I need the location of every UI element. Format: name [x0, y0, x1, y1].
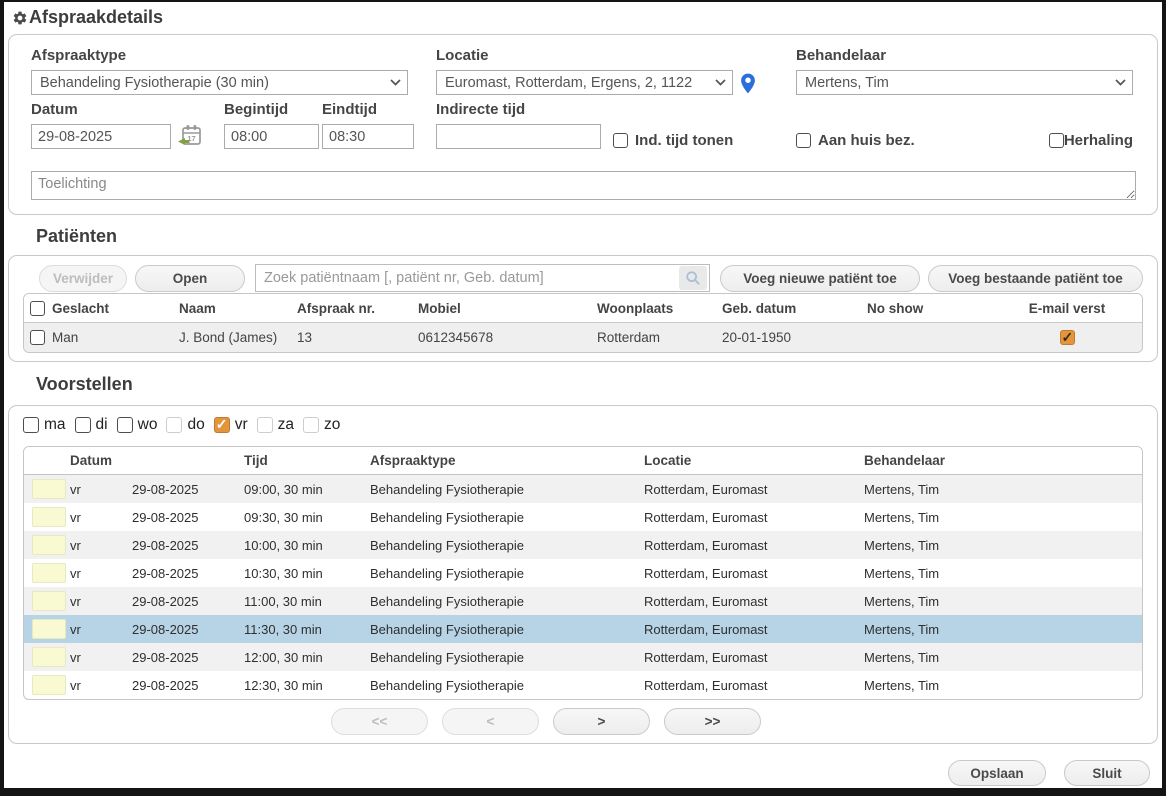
- afspraakdetails-dialog: Afspraakdetails Afspraaktype Behandeling…: [0, 0, 1166, 796]
- ind-tijd-tonen-checkbox[interactable]: [613, 133, 628, 148]
- day-checkbox-di[interactable]: [75, 417, 91, 433]
- aan-huis-label: Aan huis bez.: [818, 132, 915, 149]
- select-all-checkbox[interactable]: [30, 301, 45, 316]
- appointment-details-panel: Afspraaktype Behandeling Fysiotherapie (…: [8, 34, 1158, 215]
- color-swatch: [32, 563, 66, 583]
- ind-tijd-tonen-label: Ind. tijd tonen: [635, 132, 733, 149]
- color-swatch: [32, 675, 66, 695]
- datum-input[interactable]: [31, 124, 171, 149]
- suggestion-row[interactable]: vr 29-08-2025 09:00, 30 min Behandeling …: [24, 475, 1142, 503]
- chevron-down-icon: [1111, 79, 1126, 86]
- suggestion-row[interactable]: vr 29-08-2025 10:30, 30 min Behandeling …: [24, 559, 1142, 587]
- voeg-nieuwe-patient-button[interactable]: Voeg nieuwe patiënt toe: [720, 265, 920, 292]
- day-checkbox-do[interactable]: [166, 417, 182, 433]
- suggestions-table-header: Datum Tijd Afspraaktype Locatie Behandel…: [24, 447, 1142, 475]
- begintijd-input[interactable]: [224, 124, 319, 149]
- email-verst-checkbox[interactable]: [1060, 330, 1075, 345]
- gear-icon: [12, 10, 28, 26]
- patienten-title: Patiënten: [36, 226, 117, 247]
- indirecte-tijd-input[interactable]: [436, 124, 601, 149]
- locatie-label: Locatie: [436, 47, 733, 64]
- day-checkbox-ma[interactable]: [23, 417, 39, 433]
- afspraaktype-select[interactable]: Behandeling Fysiotherapie (30 min): [31, 70, 408, 95]
- chevron-down-icon: [386, 79, 401, 86]
- sluit-button[interactable]: Sluit: [1064, 760, 1150, 786]
- patient-row-checkbox[interactable]: [30, 330, 45, 345]
- calendar-icon[interactable]: 17: [177, 123, 203, 149]
- datum-label: Datum: [31, 101, 171, 118]
- suggestion-row[interactable]: vr 29-08-2025 12:00, 30 min Behandeling …: [24, 643, 1142, 671]
- pagination: << < > >>: [0, 708, 1120, 735]
- suggestions-table: Datum Tijd Afspraaktype Locatie Behandel…: [23, 446, 1143, 700]
- search-icon[interactable]: [679, 266, 707, 290]
- suggestions-table-body: vr 29-08-2025 09:00, 30 min Behandeling …: [24, 475, 1142, 699]
- voorstellen-title: Voorstellen: [36, 374, 133, 395]
- patient-table-header: Geslacht Naam Afspraak nr. Mobiel Woonpl…: [24, 294, 1142, 323]
- color-swatch: [32, 507, 66, 527]
- behandelaar-label: Behandelaar: [796, 47, 1133, 64]
- patient-table: Geslacht Naam Afspraak nr. Mobiel Woonpl…: [23, 293, 1143, 353]
- day-checkbox-za[interactable]: [257, 417, 273, 433]
- voeg-bestaande-patient-button[interactable]: Voeg bestaande patiënt toe: [928, 265, 1143, 292]
- suggestion-row[interactable]: vr 29-08-2025 10:00, 30 min Behandeling …: [24, 531, 1142, 559]
- patient-search-input[interactable]: [256, 265, 679, 291]
- color-swatch: [32, 535, 66, 555]
- suggestion-row[interactable]: vr 29-08-2025 11:00, 30 min Behandeling …: [24, 587, 1142, 615]
- eindtijd-input[interactable]: [322, 124, 414, 149]
- open-button[interactable]: Open: [135, 265, 245, 292]
- afspraaktype-label: Afspraaktype: [31, 47, 408, 64]
- verwijder-button: Verwijder: [39, 265, 127, 292]
- color-swatch: [32, 479, 66, 499]
- voorstellen-panel: ma di wo do vr za zo Datum Tijd Afspraak…: [8, 405, 1158, 744]
- patienten-panel: Verwijder Open Voeg nieuwe patiënt toe V…: [8, 255, 1158, 362]
- locatie-select[interactable]: Euromast, Rotterdam, Ergens, 2, 1122: [436, 70, 733, 95]
- suggestion-row[interactable]: vr 29-08-2025 12:30, 30 min Behandeling …: [24, 671, 1142, 699]
- patient-row[interactable]: Man J. Bond (James) 13 0612345678 Rotter…: [24, 323, 1142, 352]
- suggestion-row-selected[interactable]: vr 29-08-2025 11:30, 30 min Behandeling …: [24, 615, 1142, 643]
- color-swatch: [32, 591, 66, 611]
- color-swatch: [32, 647, 66, 667]
- opslaan-button[interactable]: Opslaan: [948, 760, 1046, 786]
- chevron-down-icon: [711, 79, 726, 86]
- pagination-next-button[interactable]: >: [553, 708, 650, 735]
- weekday-filter: ma di wo do vr za zo: [23, 416, 340, 434]
- location-pin-icon[interactable]: [740, 73, 756, 94]
- day-checkbox-vr[interactable]: [214, 417, 230, 433]
- dialog-footer: Opslaan Sluit: [948, 760, 1150, 786]
- patienten-toolbar: Verwijder Open Voeg nieuwe patiënt toe V…: [39, 264, 1143, 292]
- aan-huis-checkbox[interactable]: [796, 133, 811, 148]
- toelichting-textarea[interactable]: [31, 171, 1136, 200]
- suggestion-row[interactable]: vr 29-08-2025 09:30, 30 min Behandeling …: [24, 503, 1142, 531]
- herhaling-label: Herhaling: [1064, 132, 1133, 149]
- eindtijd-label: Eindtijd: [322, 101, 414, 118]
- behandelaar-select[interactable]: Mertens, Tim: [796, 70, 1133, 95]
- begintijd-label: Begintijd: [224, 101, 319, 118]
- herhaling-checkbox[interactable]: [1049, 133, 1064, 148]
- patient-search: [255, 264, 710, 292]
- pagination-prev-button: <: [442, 708, 539, 735]
- pagination-last-button[interactable]: >>: [664, 708, 761, 735]
- color-swatch: [32, 619, 66, 639]
- day-checkbox-wo[interactable]: [117, 417, 133, 433]
- page-title: Afspraakdetails: [12, 7, 163, 28]
- day-checkbox-zo[interactable]: [303, 417, 319, 433]
- indirecte-tijd-label: Indirecte tijd: [436, 101, 601, 118]
- pagination-first-button: <<: [331, 708, 428, 735]
